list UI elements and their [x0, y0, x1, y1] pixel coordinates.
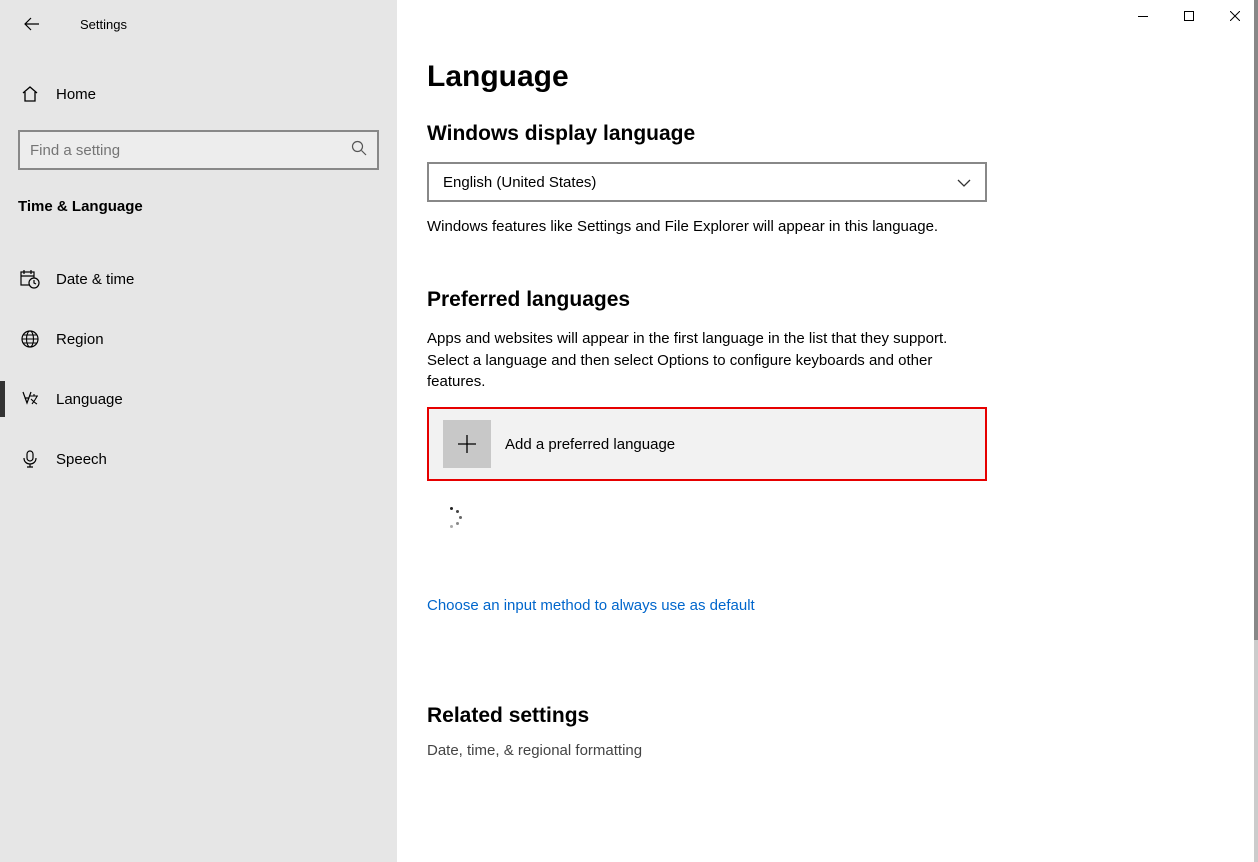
- preferred-languages-description: Apps and websites will appear in the fir…: [427, 328, 987, 393]
- preferred-languages-heading: Preferred languages: [427, 288, 1228, 312]
- minimize-button[interactable]: [1120, 0, 1166, 32]
- app-title: Settings: [80, 17, 127, 32]
- sidebar-item-region[interactable]: Region: [0, 315, 397, 363]
- category-heading: Time & Language: [18, 198, 397, 215]
- maximize-button[interactable]: [1166, 0, 1212, 32]
- main-content: Language Windows display language Englis…: [397, 0, 1258, 862]
- plus-icon: [443, 420, 491, 468]
- display-language-dropdown[interactable]: English (United States): [427, 162, 987, 202]
- search-icon: [351, 140, 367, 160]
- home-label: Home: [56, 86, 96, 103]
- display-language-heading: Windows display language: [427, 122, 1228, 146]
- page-title: Language: [427, 60, 1228, 94]
- close-button[interactable]: [1212, 0, 1258, 32]
- sidebar-home[interactable]: Home: [0, 70, 397, 118]
- display-language-description: Windows features like Settings and File …: [427, 216, 987, 238]
- add-language-label: Add a preferred language: [505, 436, 675, 453]
- input-method-link[interactable]: Choose an input method to always use as …: [427, 597, 1228, 614]
- sidebar-item-label: Speech: [56, 451, 107, 468]
- sidebar-item-language[interactable]: Language: [0, 375, 397, 423]
- window-controls: [1120, 0, 1258, 32]
- scrollbar-track[interactable]: [1254, 0, 1258, 862]
- search-input[interactable]: [30, 142, 351, 159]
- sidebar-item-date-time[interactable]: Date & time: [0, 255, 397, 303]
- nav-list: Date & time Region Language Speech: [0, 255, 397, 483]
- globe-icon: [18, 329, 42, 349]
- dropdown-value: English (United States): [443, 174, 596, 191]
- scrollbar-thumb[interactable]: [1254, 0, 1258, 640]
- chevron-down-icon: [957, 174, 971, 191]
- microphone-icon: [18, 449, 42, 469]
- search-wrap: [18, 130, 379, 170]
- loading-spinner: [441, 507, 461, 527]
- add-preferred-language-button[interactable]: Add a preferred language: [427, 407, 987, 481]
- home-icon: [18, 85, 42, 103]
- sidebar-item-label: Date & time: [56, 271, 134, 288]
- related-link-date-time-formatting[interactable]: Date, time, & regional formatting: [427, 742, 1228, 759]
- sidebar-item-label: Language: [56, 391, 123, 408]
- calendar-clock-icon: [18, 269, 42, 289]
- related-settings-heading: Related settings: [427, 704, 1228, 728]
- language-icon: [18, 389, 42, 409]
- search-box[interactable]: [18, 130, 379, 170]
- sidebar: Settings Home Time & Language Date & tim…: [0, 0, 397, 862]
- back-button[interactable]: [12, 8, 52, 40]
- sidebar-item-label: Region: [56, 331, 104, 348]
- sidebar-item-speech[interactable]: Speech: [0, 435, 397, 483]
- header-row: Settings: [0, 8, 397, 40]
